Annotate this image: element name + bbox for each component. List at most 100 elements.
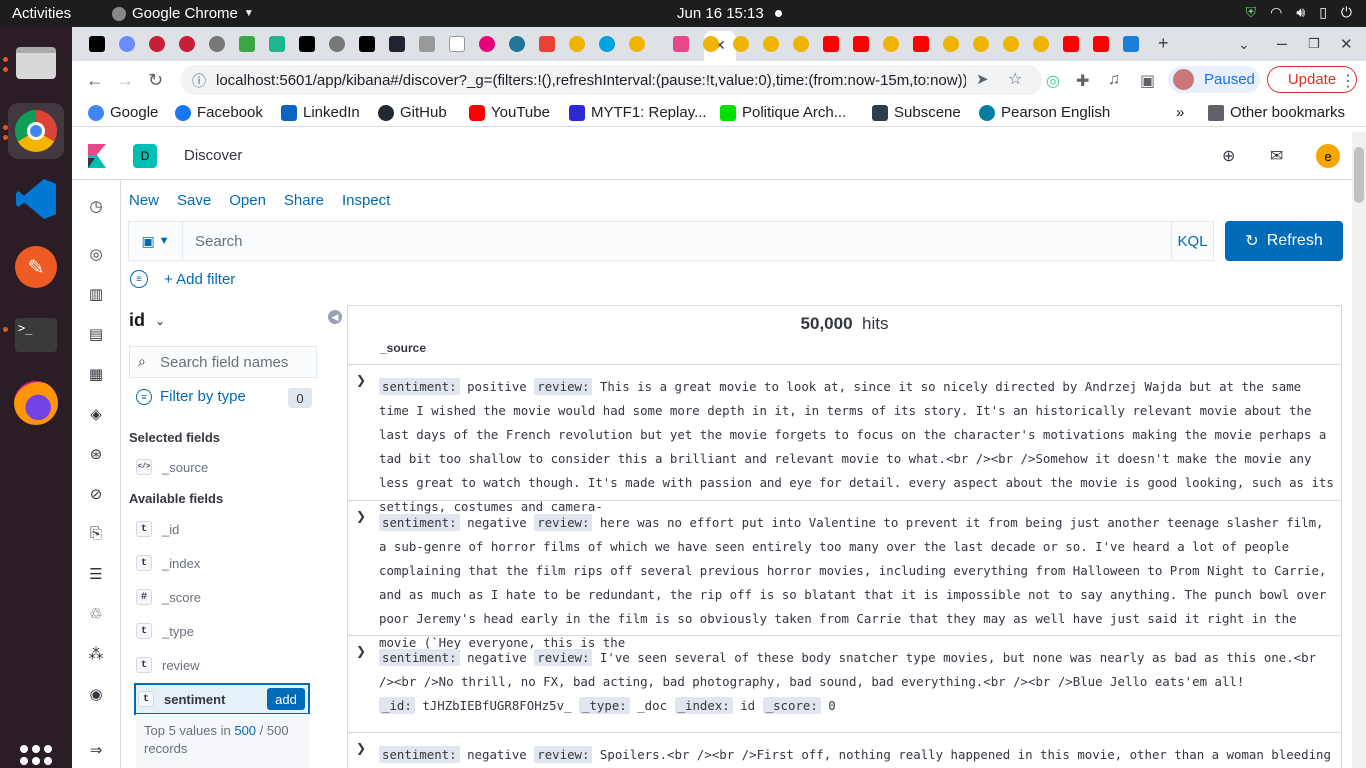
field-score[interactable]: # _score [134, 582, 310, 612]
tab-favicon[interactable] [239, 36, 255, 52]
save-link[interactable]: Save [177, 192, 211, 209]
system-tray[interactable]: ⛨ ◠ 🔊︎ ▯ ⏻ [1246, 4, 1352, 21]
other-bookmarks[interactable]: Other bookmarks [1208, 104, 1345, 121]
vscode-icon[interactable] [8, 171, 64, 227]
field-index[interactable]: t _index [134, 548, 310, 578]
bookmark-google[interactable]: Google [88, 104, 158, 121]
bookmark-github[interactable]: GitHub [378, 104, 447, 121]
search-input[interactable] [185, 222, 1165, 260]
inspect-link[interactable]: Inspect [342, 192, 390, 209]
tab-favicon[interactable] [763, 36, 779, 52]
tab-favicon[interactable] [449, 36, 465, 52]
bookmark-facebook[interactable]: Facebook [175, 104, 263, 121]
expand-row-icon[interactable]: ❯ [356, 373, 366, 387]
activities-button[interactable]: Activities [12, 5, 71, 22]
bookmark-linkedin[interactable]: LinkedIn [281, 104, 360, 121]
bookmark-subscene[interactable]: Subscene [872, 104, 961, 121]
bookmark-mytf1[interactable]: MYTF1: Replay... [569, 104, 707, 121]
files-icon[interactable] [8, 35, 64, 91]
tab-favicon[interactable] [1063, 36, 1079, 52]
expand-row-icon[interactable]: ❯ [356, 644, 366, 658]
tab-favicon[interactable] [179, 36, 195, 52]
maximize-icon[interactable]: ❐ [1308, 36, 1320, 52]
bookmark-youtube[interactable]: YouTube [469, 104, 550, 121]
mail-icon[interactable]: ✉ [1270, 146, 1283, 166]
discover-icon[interactable]: ◎ [87, 245, 105, 263]
tab-favicon[interactable] [883, 36, 899, 52]
tab-favicon[interactable] [539, 36, 555, 52]
send-icon[interactable]: ➤ [976, 70, 989, 88]
uptime-icon[interactable]: ♲ [87, 605, 105, 623]
user-avatar[interactable]: e [1316, 144, 1340, 168]
open-link[interactable]: Open [229, 192, 266, 209]
show-applications-icon[interactable] [20, 745, 52, 768]
bookmark-politique[interactable]: Politique Arch... [720, 104, 846, 121]
details-shown-count[interactable]: 500 [234, 723, 256, 738]
expand-nav-icon[interactable]: ⇒ [87, 741, 105, 759]
kibana-logo-icon[interactable] [88, 144, 106, 168]
field-type[interactable]: t _type [134, 616, 310, 646]
apm-icon[interactable]: ☰ [87, 565, 105, 583]
firefox-icon[interactable] [8, 375, 64, 431]
tab-favicon[interactable] [1003, 36, 1019, 52]
tab-favicon[interactable] [599, 36, 615, 52]
tab-favicon[interactable] [389, 36, 405, 52]
tab-favicon[interactable] [973, 36, 989, 52]
tab-favicon[interactable] [703, 36, 719, 52]
canvas-icon[interactable]: ▦ [87, 365, 105, 383]
bookmark-star-icon[interactable]: ☆ [1008, 69, 1022, 89]
tab-favicon[interactable] [913, 36, 929, 52]
tab-favicon[interactable] [569, 36, 585, 52]
media-icon[interactable]: ♫ [1108, 71, 1120, 89]
table-row[interactable]: ❯ sentiment: negative review: Spoilers.<… [348, 732, 1341, 768]
share-link[interactable]: Share [284, 192, 324, 209]
tab-favicon[interactable] [299, 36, 315, 52]
add-field-button[interactable]: add [267, 688, 305, 710]
add-filter-button[interactable]: + Add filter [164, 271, 235, 288]
tab-favicon[interactable] [733, 36, 749, 52]
app-menu[interactable]: Google Chrome ▼ [112, 5, 254, 22]
saved-query-button[interactable]: ▣ ▼ [129, 222, 183, 260]
forward-icon[interactable]: → [116, 70, 134, 91]
reload-icon[interactable]: ↻ [148, 70, 163, 91]
field-review[interactable]: t review [134, 650, 310, 680]
table-row[interactable]: ❯ sentiment: positive review: This is a … [348, 364, 1341, 514]
space-selector[interactable]: D [133, 144, 157, 168]
tab-favicon[interactable] [673, 36, 689, 52]
clock[interactable]: Jun 16 15:13 [677, 5, 764, 22]
profile-button[interactable]: Paused [1168, 66, 1260, 93]
address-bar[interactable]: ⓘ localhost:5601/app/kibana#/discover?_g… [180, 65, 1042, 95]
chrome-icon[interactable] [8, 103, 64, 159]
back-icon[interactable]: ← [86, 70, 104, 91]
table-row[interactable]: ❯ sentiment: negative review: I've seen … [348, 635, 1341, 732]
minimize-icon[interactable]: – [1277, 33, 1287, 54]
maps-icon[interactable]: ◈ [87, 405, 105, 423]
menu-icon[interactable]: ⋮ [1340, 71, 1356, 91]
new-link[interactable]: New [129, 192, 159, 209]
expand-row-icon[interactable]: ❯ [356, 741, 366, 755]
visualize-icon[interactable]: ▥ [87, 285, 105, 303]
tab-search-icon[interactable]: ⌄ [1238, 36, 1250, 53]
postman-icon[interactable]: ✎ [8, 239, 64, 295]
extensions-puzzle-icon[interactable]: ✚ [1076, 71, 1089, 91]
dev-tools-icon[interactable]: ⁂ [87, 645, 105, 663]
side-panel-icon[interactable]: ▣ [1140, 71, 1155, 91]
tab-favicon[interactable] [943, 36, 959, 52]
extension-icon[interactable]: ◎ [1046, 71, 1060, 91]
filter-by-type-button[interactable]: ≡ Filter by type 0 [136, 388, 314, 408]
tab-favicon[interactable] [119, 36, 135, 52]
tab-favicon[interactable] [823, 36, 839, 52]
more-bookmarks-button[interactable]: » [1176, 104, 1184, 121]
kql-toggle[interactable]: KQL [1171, 222, 1213, 260]
tab-favicon[interactable] [509, 36, 525, 52]
page-scrollbar[interactable] [1352, 132, 1366, 768]
tab-favicon[interactable] [89, 36, 105, 52]
logs-icon[interactable]: ⎘ [87, 525, 105, 543]
new-tab-icon[interactable]: + [1158, 33, 1169, 54]
siem-icon[interactable]: ⊘ [87, 485, 105, 503]
field-source[interactable]: </> _source [134, 452, 310, 482]
collapse-sidebar-icon[interactable]: ◀ [328, 310, 342, 324]
tab-favicon[interactable] [329, 36, 345, 52]
tab-favicon[interactable] [1123, 36, 1139, 52]
scrollbar-thumb[interactable] [1354, 147, 1364, 203]
